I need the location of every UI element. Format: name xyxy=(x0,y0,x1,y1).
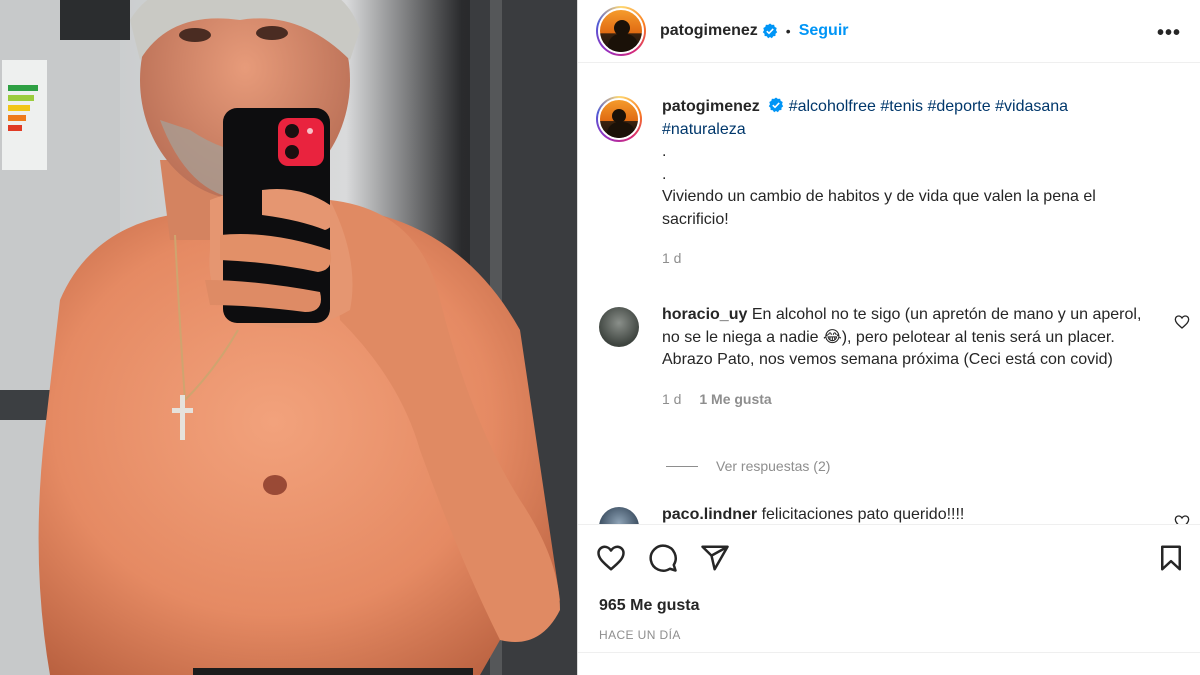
view-replies-label: Ver respuestas (2) xyxy=(716,458,831,474)
post-header: patogimenez • Seguir ••• xyxy=(578,0,1200,63)
commenter-username[interactable]: paco.lindner xyxy=(662,506,757,523)
bookmark-icon[interactable] xyxy=(1156,543,1186,573)
header-separator: • xyxy=(785,23,791,39)
author-username[interactable]: patogimenez xyxy=(660,22,758,40)
more-options-icon[interactable]: ••• xyxy=(1157,22,1181,45)
like-comment-heart-icon[interactable] xyxy=(1174,314,1190,330)
comment-age[interactable]: 1 d xyxy=(662,391,681,407)
comments-section: patogimenez #alcoholfree #tenis #deporte… xyxy=(578,64,1200,524)
follow-button[interactable]: Seguir xyxy=(799,22,849,40)
commenter-avatar[interactable] xyxy=(596,504,642,524)
author-avatar[interactable] xyxy=(596,6,646,56)
caption-age[interactable]: 1 d xyxy=(662,247,1152,270)
likes-count[interactable]: 965 Me gusta xyxy=(599,597,699,615)
post-detail-panel: patogimenez • Seguir ••• patogimenez #al… xyxy=(577,0,1200,675)
verified-badge-icon xyxy=(762,23,777,39)
caption-username[interactable]: patogimenez xyxy=(662,98,760,115)
post-photo[interactable] xyxy=(0,0,577,675)
verified-badge-icon xyxy=(769,97,784,113)
hashtag-link[interactable]: #tenis xyxy=(880,98,923,115)
commenter-avatar[interactable] xyxy=(596,304,642,350)
caption-line: . xyxy=(662,165,667,183)
hashtag-link[interactable]: #alcoholfree xyxy=(789,98,876,115)
post-actions: 965 Me gusta HACE UN DÍA xyxy=(578,524,1200,675)
caption-author-avatar[interactable] xyxy=(596,96,642,142)
mirror-selfie-image xyxy=(0,0,577,675)
divider xyxy=(578,652,1200,653)
comment-text: felicitaciones pato querido!!!! xyxy=(761,506,965,523)
post-timestamp[interactable]: HACE UN DÍA xyxy=(599,628,681,642)
caption-body: Viviendo un cambio de habitos y de vida … xyxy=(662,188,1096,228)
caption-line: . xyxy=(662,143,667,160)
like-comment-heart-icon[interactable] xyxy=(1174,514,1190,524)
view-replies-button[interactable]: Ver respuestas (2) xyxy=(666,458,830,474)
comment-likes[interactable]: 1 Me gusta xyxy=(699,391,771,407)
replies-divider xyxy=(666,465,698,467)
hashtag-link[interactable]: #naturaleza xyxy=(662,121,746,138)
heart-icon[interactable] xyxy=(596,543,626,573)
comment-meta: 1 d 1 Me gusta xyxy=(662,388,1152,411)
comment-content: horacio_uy En alcohol no te sigo (un apr… xyxy=(662,304,1152,410)
hashtag-link[interactable]: #deporte xyxy=(927,98,990,115)
hashtag-link[interactable]: #vidasana xyxy=(995,98,1068,115)
caption-text: patogimenez #alcoholfree #tenis #deporte… xyxy=(662,96,1152,270)
comment-icon[interactable] xyxy=(648,543,678,573)
share-icon[interactable] xyxy=(700,543,730,573)
commenter-username[interactable]: horacio_uy xyxy=(662,306,747,323)
comment-content: paco.lindner felicitaciones pato querido… xyxy=(662,504,1152,524)
